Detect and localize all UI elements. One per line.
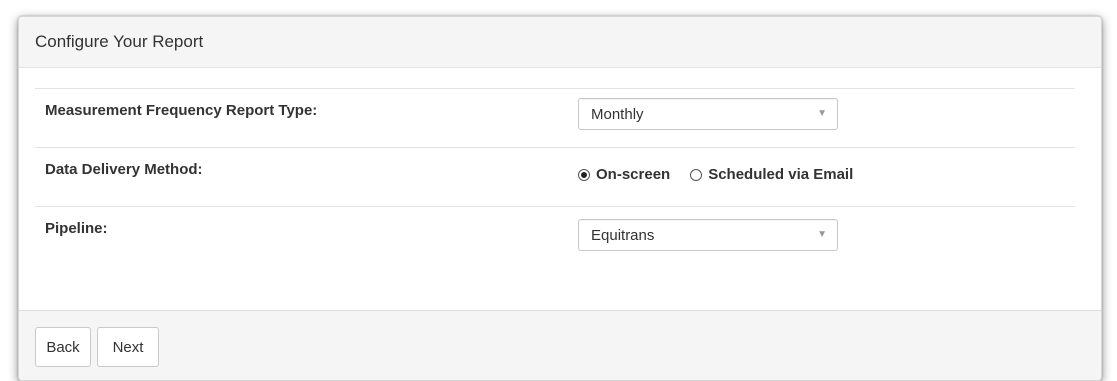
panel-heading: Configure Your Report [19, 17, 1101, 68]
chevron-down-icon: ▼ [817, 229, 827, 240]
radio-scheduled-email-label[interactable]: Scheduled via Email [708, 166, 853, 183]
configure-report-panel: Configure Your Report Measurement Freque… [18, 16, 1102, 381]
radio-on-screen[interactable]: On-screen [578, 166, 670, 183]
report-type-row: Measurement Frequency Report Type: Month… [35, 88, 1075, 147]
pipeline-label: Pipeline: [45, 220, 108, 237]
panel-title: Configure Your Report [35, 32, 204, 51]
pipeline-row: Pipeline: Equitrans ▼ [35, 206, 1075, 287]
radio-scheduled-email[interactable]: Scheduled via Email [690, 166, 853, 183]
panel-footer: Back Next [19, 310, 1101, 380]
report-type-label: Measurement Frequency Report Type: [45, 102, 318, 119]
back-button[interactable]: Back [35, 327, 91, 367]
panel-body: Measurement Frequency Report Type: Month… [19, 68, 1101, 310]
next-button[interactable]: Next [97, 327, 159, 367]
delivery-method-radio-group: On-screen Scheduled via Email [578, 166, 873, 183]
radio-unchecked-icon[interactable] [690, 168, 703, 181]
report-type-selected-value: Monthly [591, 105, 644, 123]
pipeline-selected-value: Equitrans [591, 226, 655, 244]
report-type-select[interactable]: Monthly ▼ [578, 98, 838, 130]
chevron-down-icon: ▼ [817, 108, 827, 119]
delivery-method-label: Data Delivery Method: [45, 161, 203, 178]
pipeline-select[interactable]: Equitrans ▼ [578, 219, 838, 251]
radio-checked-icon[interactable] [578, 168, 590, 181]
radio-on-screen-label[interactable]: On-screen [596, 166, 670, 183]
delivery-method-row: Data Delivery Method: On-screen Schedule… [35, 147, 1075, 206]
